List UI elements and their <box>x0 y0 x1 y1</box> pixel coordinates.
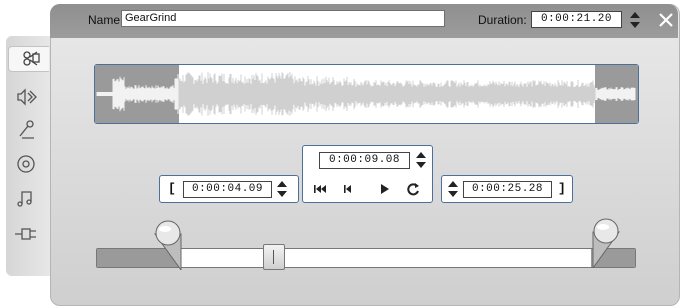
out-point-timecode[interactable]: 0:00:25.28 <box>463 181 552 198</box>
in-point-spinner[interactable] <box>276 179 288 199</box>
in-point-timecode[interactable]: 0:00:04.09 <box>183 181 272 198</box>
close-icon[interactable] <box>656 10 676 30</box>
duration-spinner[interactable] <box>629 10 641 30</box>
cd-disc-icon[interactable] <box>10 152 42 176</box>
out-bracket-icon: ] <box>558 181 566 196</box>
position-spinner[interactable] <box>415 150 427 170</box>
current-position-timecode[interactable]: 0:00:09.08 <box>319 152 410 169</box>
trim-out-handle[interactable] <box>589 218 621 270</box>
waveform-display[interactable] <box>94 64 639 124</box>
step-back-icon[interactable] <box>339 181 357 197</box>
audio-waveform <box>95 65 638 123</box>
go-to-start-icon[interactable] <box>311 181 329 197</box>
audio-volume-icon[interactable] <box>10 85 42 109</box>
playhead-knob[interactable] <box>263 244 285 270</box>
duration-timecode[interactable]: 0:00:21.20 <box>531 11 622 28</box>
name-label: Name: <box>88 13 124 27</box>
in-bracket-icon: [ <box>168 181 176 196</box>
play-icon[interactable] <box>376 181 394 197</box>
out-point-spinner[interactable] <box>447 179 459 199</box>
loop-icon[interactable] <box>404 181 422 197</box>
name-input[interactable]: GearGrind <box>121 10 445 27</box>
music-note-icon[interactable] <box>10 186 42 210</box>
video-edit-icon[interactable] <box>8 46 49 72</box>
audio-plug-icon[interactable] <box>10 222 42 246</box>
trim-in-handle[interactable] <box>153 220 185 272</box>
voiceover-mic-icon[interactable] <box>10 118 42 142</box>
duration-label: Duration: <box>478 13 527 27</box>
